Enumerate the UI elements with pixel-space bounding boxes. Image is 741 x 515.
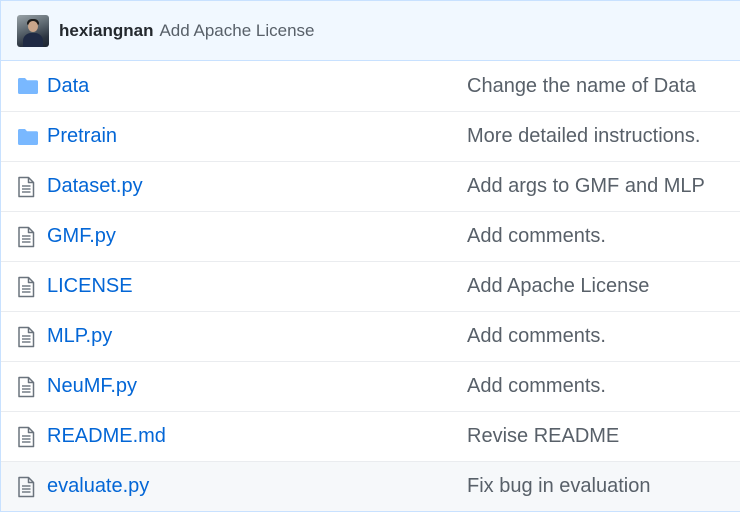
folder-icon [1, 77, 47, 95]
table-row: LICENSE Add Apache License [1, 261, 740, 311]
commit-message-link[interactable]: Fix bug in evaluation [467, 475, 650, 498]
commit-message-link[interactable]: Add Apache License [159, 21, 314, 41]
file-icon [1, 426, 47, 448]
table-row: GMF.py Add comments. [1, 211, 740, 261]
commit-message-link[interactable]: Add comments. [467, 375, 606, 398]
file-name-link[interactable]: GMF.py [47, 225, 467, 248]
file-icon [1, 376, 47, 398]
table-row: Data Change the name of Data [1, 61, 740, 111]
latest-commit-bar: hexiangnan Add Apache License [1, 1, 740, 61]
commit-author-link[interactable]: hexiangnan [59, 21, 153, 41]
folder-icon [1, 128, 47, 146]
file-icon [1, 176, 47, 198]
commit-message-link[interactable]: Add args to GMF and MLP [467, 175, 705, 198]
commit-message-link[interactable]: Add comments. [467, 325, 606, 348]
table-row: NeuMF.py Add comments. [1, 361, 740, 411]
file-icon [1, 276, 47, 298]
table-row: Dataset.py Add args to GMF and MLP [1, 161, 740, 211]
file-name-link[interactable]: README.md [47, 425, 467, 448]
commit-message-link[interactable]: Change the name of Data [467, 75, 696, 98]
file-list: Data Change the name of Data Pretrain Mo… [1, 61, 740, 511]
table-row: README.md Revise README [1, 411, 740, 461]
file-name-link[interactable]: LICENSE [47, 275, 467, 298]
commit-message-link[interactable]: Add comments. [467, 225, 606, 248]
file-icon [1, 326, 47, 348]
avatar[interactable] [17, 14, 49, 47]
file-name-link[interactable]: Pretrain [47, 125, 467, 148]
commit-message-link[interactable]: Add Apache License [467, 275, 649, 298]
table-row: MLP.py Add comments. [1, 311, 740, 361]
file-icon [1, 476, 47, 498]
table-row: evaluate.py Fix bug in evaluation [1, 461, 740, 511]
table-row: Pretrain More detailed instructions. [1, 111, 740, 161]
commit-message-link[interactable]: More detailed instructions. [467, 125, 700, 148]
file-name-link[interactable]: Data [47, 75, 467, 98]
file-name-link[interactable]: evaluate.py [47, 475, 467, 498]
file-name-link[interactable]: NeuMF.py [47, 375, 467, 398]
commit-message-link[interactable]: Revise README [467, 425, 619, 448]
file-name-link[interactable]: MLP.py [47, 325, 467, 348]
file-name-link[interactable]: Dataset.py [47, 175, 467, 198]
file-icon [1, 226, 47, 248]
file-browser: hexiangnan Add Apache License Data Chang… [0, 0, 740, 512]
